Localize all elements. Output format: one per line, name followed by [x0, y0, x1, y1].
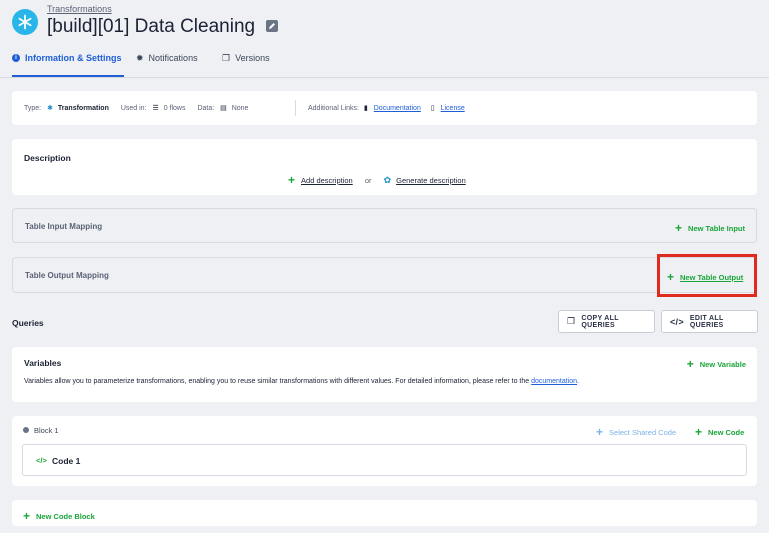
used-value[interactable]: 0 flows: [164, 105, 186, 112]
flows-icon: ☰: [152, 105, 159, 112]
variables-description: Variables allow you to parameterize tran…: [24, 378, 579, 385]
variables-title: Variables: [24, 358, 62, 368]
file-icon: ▯: [430, 105, 435, 112]
tabs-divider: [0, 77, 769, 78]
block-card: Block 1 + Select Shared Code + New Code </…: [12, 416, 757, 486]
storage-icon: ▤: [220, 105, 227, 112]
gear-icon: ✱: [47, 105, 53, 112]
new-code-block-label: New Code Block: [36, 512, 95, 521]
page-title-text: [build][01] Data Cleaning: [47, 16, 256, 37]
tab-label: Notifications: [148, 53, 198, 63]
app-logo: [12, 9, 38, 35]
new-table-output-label: New Table Output: [680, 273, 744, 282]
new-table-output-button[interactable]: + New Table Output: [667, 270, 743, 284]
add-description-link[interactable]: Add description: [301, 176, 353, 185]
bell-icon: ✹: [136, 53, 144, 63]
block-dot-icon: [23, 427, 29, 433]
info-row: Type: ✱ Transformation Used in: ☰ 0 flow…: [24, 104, 248, 112]
new-code-button[interactable]: + New Code: [695, 425, 744, 439]
table-output-mapping: Table Output Mapping: [12, 257, 757, 293]
plus-icon: +: [288, 173, 296, 187]
edit-all-queries-button[interactable]: </> EDIT ALL QUERIES: [661, 310, 758, 333]
page-title: [build][01] Data Cleaning: [47, 16, 279, 38]
queries-title: Queries: [12, 318, 44, 328]
tab-label: Versions: [235, 53, 270, 63]
new-code-label: New Code: [708, 428, 745, 437]
info-icon: i: [12, 54, 20, 62]
copy-all-queries-button[interactable]: ❐ COPY ALL QUERIES: [558, 310, 655, 333]
plus-icon: +: [675, 221, 683, 235]
tab-versions[interactable]: ❐ Versions: [222, 53, 270, 64]
variables-end: .: [577, 378, 579, 385]
variables-card: Variables + New Variable Variables allow …: [12, 347, 757, 402]
documentation-link[interactable]: documentation: [531, 378, 577, 385]
new-code-block-button[interactable]: + New Code Block: [23, 509, 95, 523]
plus-icon: +: [23, 509, 31, 523]
table-input-mapping: Table Input Mapping + New Table Input: [12, 208, 757, 243]
new-table-input-button[interactable]: + New Table Input: [675, 221, 745, 235]
select-shared-code-label: Select Shared Code: [609, 428, 677, 437]
snowflake-icon: [18, 14, 32, 30]
documentation-link[interactable]: Documentation: [374, 105, 421, 112]
description-actions: + Add description or ✿ Generate descriptio…: [288, 173, 466, 187]
or-text: or: [364, 176, 372, 185]
links-row: Additional Links: ▮ Documentation ▯ Lice…: [308, 104, 465, 112]
block-title: Block 1: [34, 426, 59, 435]
tab-label: Information & Settings: [25, 53, 122, 63]
variables-text: Variables allow you to parameterize tran…: [24, 378, 530, 385]
new-table-input-label: New Table Input: [688, 224, 745, 233]
data-value: None: [231, 105, 249, 112]
description-title: Description: [24, 153, 71, 163]
new-variable-label: New Variable: [699, 360, 746, 369]
code-item[interactable]: </> Code 1: [22, 444, 747, 476]
tab-information-settings[interactable]: i Information & Settings: [12, 53, 124, 77]
type-label: Type:: [24, 105, 42, 112]
code-icon: </>: [36, 456, 47, 465]
tab-notifications[interactable]: ✹ Notifications: [136, 53, 198, 64]
plus-icon: +: [686, 357, 694, 371]
block-header: Block 1: [23, 426, 59, 435]
plus-icon: +: [667, 270, 675, 284]
plus-icon: +: [695, 425, 703, 439]
description-card: Description + Add description or ✿ Generat…: [12, 139, 757, 195]
type-value: Transformation: [57, 105, 109, 112]
new-code-block-card: + New Code Block: [12, 500, 757, 526]
new-variable-button[interactable]: + New Variable: [687, 357, 746, 371]
ai-icon: ✿: [383, 175, 392, 185]
output-mapping-title: Table Output Mapping: [25, 271, 109, 280]
edit-icon[interactable]: [266, 20, 279, 32]
info-bar: Type: ✱ Transformation Used in: ☰ 0 flow…: [12, 91, 757, 125]
input-mapping-title: Table Input Mapping: [25, 222, 103, 231]
code-icon: </>: [670, 316, 684, 327]
copy-all-label: COPY ALL QUERIES: [581, 314, 619, 329]
edit-all-label: EDIT ALL QUERIES: [689, 314, 724, 329]
links-label: Additional Links:: [308, 105, 359, 112]
data-label: Data:: [197, 105, 215, 112]
versions-icon: ❐: [222, 53, 231, 63]
license-link[interactable]: License: [441, 105, 465, 112]
used-label: Used in:: [120, 105, 147, 112]
select-shared-code-button[interactable]: + Select Shared Code: [596, 425, 676, 439]
generate-description-link[interactable]: Generate description: [396, 176, 466, 185]
info-divider: [295, 100, 296, 116]
code-name: Code 1: [52, 456, 81, 466]
plus-icon: +: [596, 425, 604, 439]
breadcrumb[interactable]: Transformations: [47, 4, 112, 14]
book-icon: ▮: [363, 105, 368, 112]
copy-icon: ❐: [567, 316, 576, 326]
